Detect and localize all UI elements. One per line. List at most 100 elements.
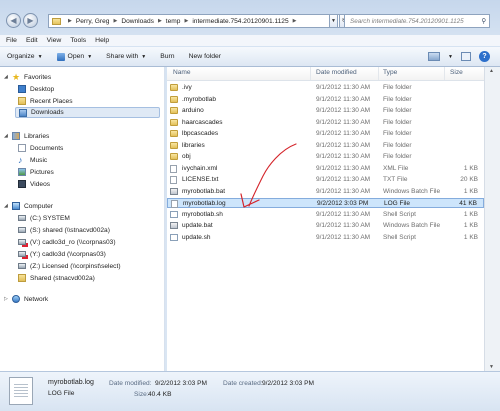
folder-icon	[170, 130, 178, 137]
nav-drive[interactable]: (S:) shared (\\stnacvd002a)	[18, 225, 110, 235]
chevron-right-icon: ▷	[4, 296, 8, 302]
file-date-modified: 9/1/2012 11:30 AM	[316, 222, 371, 229]
file-type: File folder	[383, 107, 412, 114]
breadcrumb-segment[interactable]: Downloads	[121, 18, 154, 25]
nav-documents-label: Documents	[30, 144, 64, 152]
file-row[interactable]: .myrobotlab 9/1/2012 11:30 AM File folder	[167, 95, 484, 105]
column-divider[interactable]	[310, 67, 311, 80]
address-dropdown-button[interactable]: ▼	[329, 14, 338, 28]
file-row[interactable]: myrobotlab.log 9/2/2012 3:03 PM LOG File 41…	[167, 198, 484, 208]
nav-favorites[interactable]: ◢ ★ Favorites	[4, 72, 51, 82]
forward-button[interactable]: ▶	[23, 13, 38, 28]
nav-computer[interactable]: ◢ Computer	[4, 201, 53, 211]
nav-documents[interactable]: Documents	[18, 143, 63, 153]
nav-recent-places[interactable]: Recent Places	[18, 96, 73, 106]
file-row[interactable]: lbpcascades 9/1/2012 11:30 AM File folder	[167, 129, 484, 139]
folder-icon	[170, 141, 178, 149]
column-header-size[interactable]: Size	[450, 69, 463, 76]
file-row[interactable]: update.bat 9/1/2012 11:30 AM Windows Batch…	[167, 221, 484, 231]
music-icon: ♪	[18, 155, 23, 165]
file-date-modified: 9/1/2012 11:30 AM	[316, 187, 371, 195]
file-row[interactable]: update.sh 9/1/2012 11:30 AM Shell Script 1 …	[167, 233, 484, 243]
file-row[interactable]: arduino 9/1/2012 11:30 AM File folder	[167, 106, 484, 116]
nav-drive[interactable]: (V:) cadlo3d_ro (\\corpnas03)	[18, 237, 116, 247]
folder-icon	[170, 107, 178, 114]
chevron-down-icon[interactable]: ▼	[448, 54, 453, 60]
disconnected-drive-icon	[18, 239, 26, 245]
details-filetype: LOG File	[48, 390, 75, 397]
nav-drive[interactable]: (C:) SYSTEM	[18, 213, 70, 223]
back-button[interactable]: ◀	[6, 13, 21, 28]
column-header-type[interactable]: Type	[383, 69, 397, 76]
recent-places-icon	[18, 97, 26, 105]
new-folder-button[interactable]: New folder	[189, 53, 222, 60]
file-type: File folder	[383, 130, 412, 137]
nav-drive[interactable]: Shared (stnacvd002a)	[18, 273, 95, 283]
file-icon	[170, 176, 177, 184]
chevron-right-icon: ▶	[68, 18, 72, 24]
shell-script-icon	[170, 233, 178, 241]
organize-button[interactable]: Organize ▼	[7, 53, 43, 60]
help-icon[interactable]: ?	[479, 51, 490, 62]
file-name: myrobotlab.sh	[182, 210, 223, 218]
file-row[interactable]: LICENSE.txt 9/1/2012 11:30 AM TXT File 20 K…	[167, 175, 484, 185]
column-header-date[interactable]: Date modified	[316, 69, 357, 76]
shell-script-icon	[170, 210, 178, 218]
menu-tools[interactable]: Tools	[70, 37, 86, 44]
preview-pane-icon[interactable]	[461, 52, 471, 61]
open-button[interactable]: Open ▼	[56, 52, 92, 61]
search-input[interactable]: Search intermediate.754.20120901.1125 ⚲	[344, 14, 490, 28]
file-row[interactable]: .ivy 9/1/2012 11:30 AM File folder	[167, 83, 484, 93]
nav-desktop[interactable]: Desktop	[18, 84, 54, 94]
menu-help[interactable]: Help	[95, 37, 109, 44]
file-name: LICENSE.txt	[182, 176, 219, 183]
menu-view[interactable]: View	[47, 37, 62, 44]
file-icon	[171, 200, 178, 208]
file-name: myrobotlab.bat	[182, 187, 225, 195]
breadcrumb-segment[interactable]: Perry, Greg	[76, 18, 110, 25]
column-divider[interactable]	[378, 67, 379, 80]
column-divider[interactable]	[444, 67, 445, 80]
nav-desktop-label: Desktop	[30, 85, 55, 93]
burn-button[interactable]: Burn	[160, 53, 174, 60]
menu-file[interactable]: File	[6, 37, 17, 44]
nav-pictures[interactable]: Pictures	[18, 167, 54, 177]
nav-libraries[interactable]: ◢ Libraries	[4, 131, 49, 141]
disconnected-drive-icon	[18, 251, 26, 257]
share-with-button[interactable]: Share with ▼	[106, 53, 146, 60]
nav-drive[interactable]: (Y:) cadlo3d (\\corpnas03)	[18, 249, 106, 259]
file-row[interactable]: myrobotlab.sh 9/1/2012 11:30 AM Shell Scri…	[167, 210, 484, 220]
folder-icon	[52, 17, 61, 25]
file-row[interactable]: haarcascades 9/1/2012 11:30 AM File folder	[167, 118, 484, 128]
breadcrumb-segment[interactable]: temp	[166, 18, 181, 25]
star-icon: ★	[12, 72, 21, 82]
file-row[interactable]: libraries 9/1/2012 11:30 AM File folder	[167, 141, 484, 151]
file-row[interactable]: obj 9/1/2012 11:30 AM File folder	[167, 152, 484, 162]
nav-drive[interactable]: (Z:) Licensed (\\corpinst\select)	[18, 261, 121, 271]
change-view-icon[interactable]	[428, 52, 441, 61]
nav-downloads[interactable]: Downloads	[15, 107, 160, 118]
scroll-down-arrow-icon[interactable]: ▼	[489, 364, 494, 370]
nav-videos[interactable]: Videos	[18, 179, 50, 189]
chevron-down-icon: ◢	[4, 133, 8, 139]
nav-network[interactable]: ▷ Network	[4, 294, 48, 304]
menu-edit[interactable]: Edit	[26, 37, 38, 44]
file-row[interactable]: myrobotlab.bat 9/1/2012 11:30 AM Windows B…	[167, 187, 484, 197]
nav-music[interactable]: ♪ Music	[18, 155, 47, 165]
file-name: lbpcascades	[182, 130, 219, 137]
batch-file-icon	[170, 187, 178, 195]
downloads-icon	[19, 108, 27, 117]
file-row[interactable]: ivychain.xml 9/1/2012 11:30 AM XML File 1 K…	[167, 164, 484, 174]
file-date-modified: 9/1/2012 11:30 AM	[316, 107, 371, 114]
nav-drive-label: Shared (stnacvd002a)	[30, 274, 95, 282]
vertical-scrollbar[interactable]: ▲ ▼	[484, 67, 500, 371]
breadcrumb-segment[interactable]: intermediate.754.20120901.1125	[192, 18, 288, 25]
scroll-up-arrow-icon[interactable]: ▲	[489, 68, 494, 74]
file-name: ivychain.xml	[182, 164, 218, 172]
address-bar[interactable]: ▶ Perry, Greg ▶ Downloads ▶ temp ▶ inter…	[48, 14, 350, 28]
file-date-modified: 9/2/2012 3:03 PM	[317, 200, 369, 207]
file-name: .myrobotlab	[182, 95, 216, 103]
nav-drive-label: (Y:) cadlo3d (\\corpnas03)	[30, 250, 106, 258]
desktop-icon	[18, 85, 26, 93]
column-header-name[interactable]: Name	[173, 69, 191, 76]
